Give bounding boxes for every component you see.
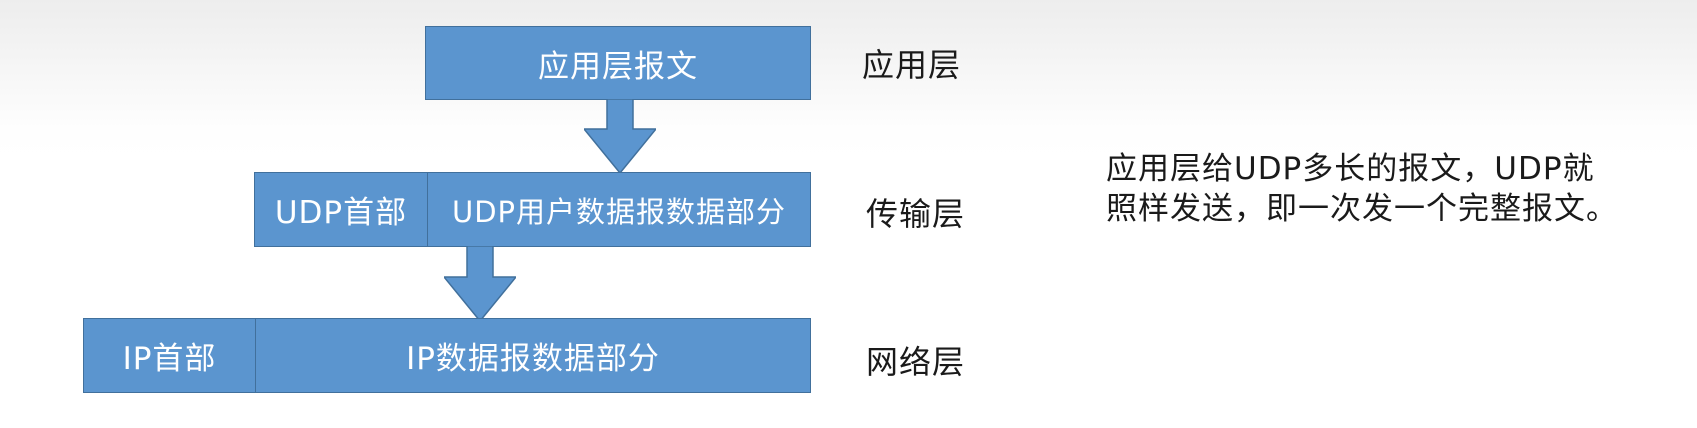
note-line-2: 照样发送，即一次发一个完整报文。 [1106,191,1618,227]
udp-data-block: UDP用户数据报数据部分 [427,172,811,247]
transport-layer-label: 传输层 [866,195,966,233]
network-layer-label: 网络层 [866,343,966,381]
application-message-block: 应用层报文 [425,26,811,100]
ip-data-label: IP数据报数据部分 [406,341,660,377]
udp-header-block: UDP首部 [254,172,428,247]
udp-data-label: UDP用户数据报数据部分 [451,194,787,229]
application-message-label: 应用层报文 [538,48,698,85]
explanation-note: 应用层给UDP多长的报文，UDP就 照样发送，即一次发一个完整报文。 [1106,149,1618,229]
ip-header-block: IP首部 [83,318,256,393]
application-layer-label: 应用层 [862,46,962,84]
note-line-1: 应用层给UDP多长的报文，UDP就 [1106,151,1595,187]
down-arrow-icon [584,99,656,174]
diagram-canvas: 应用层报文 UDP首部 UDP用户数据报数据部分 IP首部 IP数据报数据部分 … [0,0,1697,428]
ip-data-block: IP数据报数据部分 [255,318,811,393]
ip-header-label: IP首部 [122,341,217,377]
udp-header-label: UDP首部 [274,195,408,231]
down-arrow-icon [444,246,516,322]
